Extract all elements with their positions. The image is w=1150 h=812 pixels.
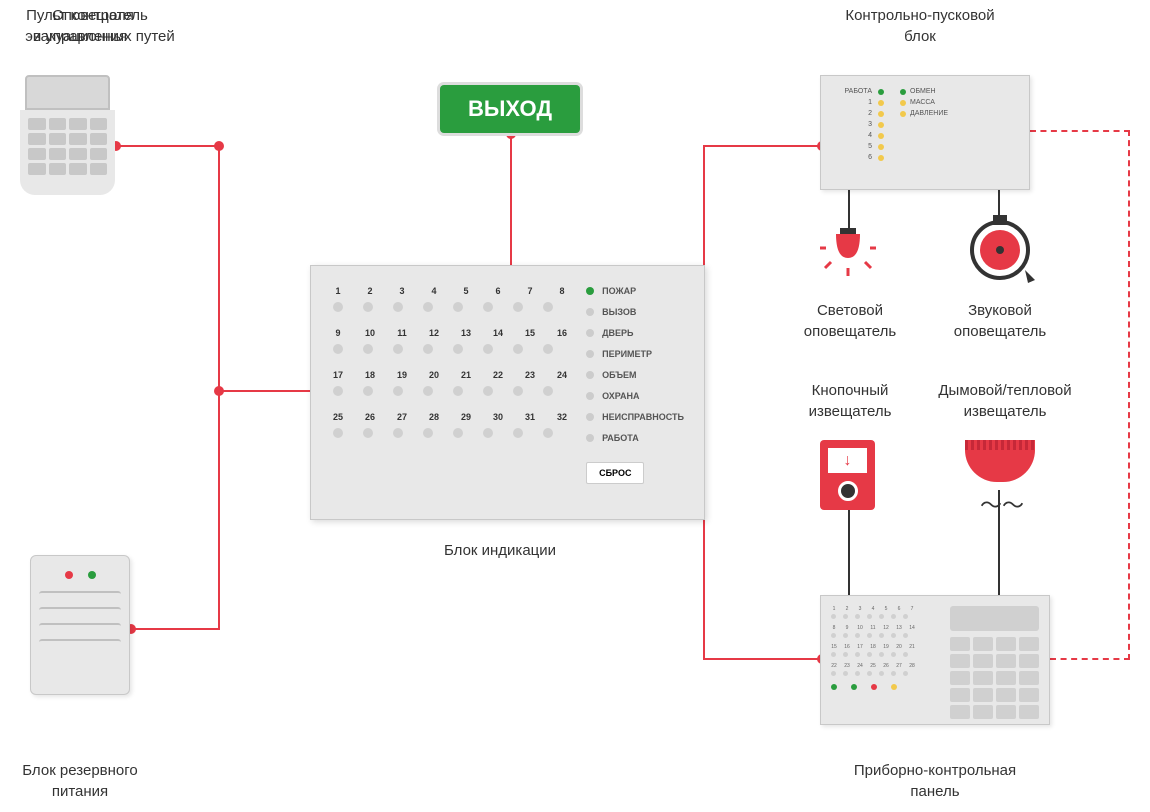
indication-block: 12345678 910111213141516 171819202122232… [310,265,705,520]
wire-black [998,190,1000,215]
backup-power [30,555,130,695]
smoke-heat-detector [965,440,1035,490]
label-device-panel: Приборно-контрольная панель [820,760,1050,802]
label-button-det: Кнопочный извещатель [795,380,905,422]
label-smoke-det: Дымовой/тепловой извещатель [935,380,1075,422]
heat-wave-icon: 〜 [1002,488,1024,520]
label-evac: Оповещатель эвакуационных путей [0,5,200,47]
sound-notifier-icon [965,215,1035,285]
wire-node [214,386,224,396]
indication-status-list: ПОЖАР ВЫЗОВ ДВЕРЬ ПЕРИМЕТР ОБЪЕМ ОХРАНА … [586,286,684,499]
wire [218,390,312,392]
wire-dashed [1128,130,1130,660]
reset-button[interactable]: СБРОС [586,462,644,484]
label-backup: Блок резервного питания [0,760,160,802]
wire-node [214,141,224,151]
indication-zone-grid: 12345678 910111213141516 171819202122232… [331,286,571,499]
wire-black [848,190,850,228]
device-control-panel: 1234567 891011121314 15161718192021 2223… [820,595,1050,725]
wire-dashed [1030,130,1130,132]
wire [703,145,823,147]
label-light: Световой оповещатель [795,300,905,342]
label-indication: Блок индикации [400,540,600,561]
wire-black [848,510,850,595]
launch-block: РАБОТА ОБМЕН 1 МАССА 2 ДАВЛЕНИЕ 3 4 5 6 [820,75,1030,190]
wire [115,145,220,147]
exit-sign: ВЫХОД [440,85,580,133]
wire [510,133,512,265]
heat-wave-icon: 〜 [980,488,1002,520]
call-point-button [838,481,858,501]
light-notifier-icon [818,228,878,288]
label-launch: Контрольно-пусковой блок [810,5,1030,47]
arrow-down-icon: ↓ [828,448,867,473]
label-sound: Звуковой оповещатель [945,300,1055,342]
control-keypad [20,75,115,205]
wire-dashed [1050,658,1130,660]
wire [130,628,220,630]
wire [703,658,823,660]
manual-call-point: ↓ [820,440,875,510]
